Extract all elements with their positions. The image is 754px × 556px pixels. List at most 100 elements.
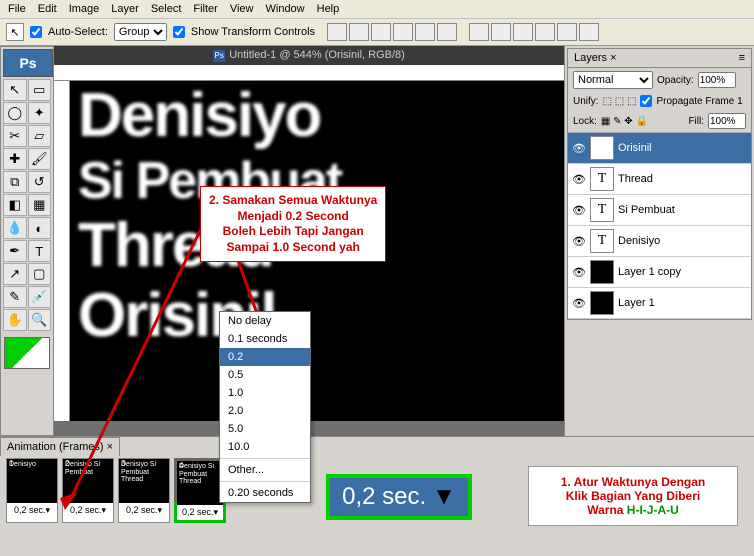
visibility-icon[interactable]: 👁: [572, 204, 586, 217]
visibility-icon[interactable]: 👁: [572, 297, 586, 310]
tool-eraser[interactable]: ◧: [3, 194, 27, 216]
delay-opt[interactable]: 0.5: [220, 366, 310, 384]
lock-icons[interactable]: ▦ ✎ ✥ 🔒: [601, 116, 648, 127]
panel-menu-icon[interactable]: ≡: [739, 52, 745, 64]
autoselect-dropdown[interactable]: Group: [114, 23, 167, 41]
visibility-icon[interactable]: 👁: [572, 173, 586, 186]
layer-name: Thread: [618, 173, 653, 185]
tool-type[interactable]: T: [28, 240, 52, 262]
tool-gradient[interactable]: ▦: [28, 194, 52, 216]
tool-zoom[interactable]: 🔍: [28, 309, 52, 331]
tool-hand[interactable]: ✋: [3, 309, 27, 331]
align-2[interactable]: [349, 23, 369, 41]
layer-name: Orisinil: [618, 142, 652, 154]
autoselect-checkbox[interactable]: [30, 26, 42, 38]
tool-eyedrop[interactable]: 💉: [28, 286, 52, 308]
unify-label: Unify:: [573, 96, 599, 107]
frame-delay[interactable]: 0,2 sec.▾: [7, 503, 57, 518]
layer-thumb: T: [590, 136, 614, 160]
layers-panel: Layers ×≡ Normal Opacity: Unify: ⬚ ⬚ ⬚ P…: [567, 48, 752, 320]
tool-crop[interactable]: ✂: [3, 125, 27, 147]
tool-lasso[interactable]: ◯: [3, 102, 27, 124]
delay-opt-other[interactable]: Other...: [220, 461, 310, 479]
dist-3[interactable]: [513, 23, 533, 41]
options-bar: ↖ Auto-Select: Group Show Transform Cont…: [0, 19, 754, 46]
delay-opt-selected[interactable]: 0.2: [220, 348, 310, 366]
menu-file[interactable]: File: [8, 3, 26, 15]
layers-list: 👁 T Orisinil 👁 T Thread 👁TSi Pembuat 👁TDenis…: [568, 133, 751, 319]
visibility-icon[interactable]: 👁: [572, 142, 586, 155]
menu-view[interactable]: View: [230, 3, 254, 15]
move-tool-icon[interactable]: ↖: [6, 23, 24, 41]
tool-dodge[interactable]: ◐: [28, 217, 52, 239]
tool-notes[interactable]: ✎: [3, 286, 27, 308]
layer-row[interactable]: 👁 T Thread: [568, 164, 751, 195]
dist-1[interactable]: [469, 23, 489, 41]
tool-history[interactable]: ↺: [28, 171, 52, 193]
menu-layer[interactable]: Layer: [111, 3, 139, 15]
align-4[interactable]: [393, 23, 413, 41]
tool-wand[interactable]: ✦: [28, 102, 52, 124]
delay-opt[interactable]: 2.0: [220, 402, 310, 420]
menu-bar: File Edit Image Layer Select Filter View…: [0, 0, 754, 19]
propagate-checkbox[interactable]: [640, 95, 652, 107]
ps-doc-icon: Ps: [213, 50, 225, 62]
menu-help[interactable]: Help: [317, 3, 340, 15]
dist-2[interactable]: [491, 23, 511, 41]
callout-1: 1. Atur Waktunya Dengan Klik Bagian Yang…: [528, 466, 738, 526]
layer-row[interactable]: 👁Layer 1: [568, 288, 751, 319]
layers-tab[interactable]: Layers ×: [574, 52, 617, 64]
delay-opt[interactable]: 0.1 seconds: [220, 330, 310, 348]
tool-heal[interactable]: ✚: [3, 148, 27, 170]
align-1[interactable]: [327, 23, 347, 41]
tool-marquee[interactable]: ▭: [28, 79, 52, 101]
blend-mode-dropdown[interactable]: Normal: [573, 71, 653, 89]
tool-blur[interactable]: 💧: [3, 217, 27, 239]
distribute-buttons: [469, 23, 599, 41]
delay-opt-current[interactable]: 0.20 seconds: [220, 484, 310, 502]
callout-2: 2. Samakan Semua WaktunyaMenjadi 0.2 Sec…: [200, 186, 386, 262]
autoselect-label: Auto-Select:: [48, 26, 108, 38]
delay-opt[interactable]: No delay: [220, 312, 310, 330]
tool-brush[interactable]: 🖌: [28, 148, 52, 170]
layer-row[interactable]: 👁Layer 1 copy: [568, 257, 751, 288]
tool-shape[interactable]: ▢: [28, 263, 52, 285]
tool-slice[interactable]: ▱: [28, 125, 52, 147]
ruler-horizontal[interactable]: [54, 65, 564, 81]
menu-image[interactable]: Image: [69, 3, 100, 15]
tool-stamp[interactable]: ⧉: [3, 171, 27, 193]
ps-logo-icon: Ps: [3, 49, 53, 77]
align-3[interactable]: [371, 23, 391, 41]
zoom-delay-badge: 0,2 sec.▼: [326, 474, 472, 520]
fill-input[interactable]: [708, 113, 746, 129]
delay-opt[interactable]: 5.0: [220, 420, 310, 438]
color-swatch[interactable]: [4, 337, 50, 369]
menu-filter[interactable]: Filter: [193, 3, 217, 15]
align-5[interactable]: [415, 23, 435, 41]
layer-row[interactable]: 👁TSi Pembuat: [568, 195, 751, 226]
opacity-input[interactable]: [698, 72, 736, 88]
dist-5[interactable]: [557, 23, 577, 41]
layer-row[interactable]: 👁 T Orisinil: [568, 133, 751, 164]
tool-pen[interactable]: ✒: [3, 240, 27, 262]
anim-frame[interactable]: 1Denisiyo0,2 sec.▾: [6, 458, 58, 523]
canvas-text-1: Denisiyo: [70, 81, 564, 151]
menu-select[interactable]: Select: [151, 3, 182, 15]
tool-path[interactable]: ↗: [3, 263, 27, 285]
tool-move[interactable]: ↖: [3, 79, 27, 101]
menu-window[interactable]: Window: [266, 3, 305, 15]
transform-checkbox[interactable]: [173, 26, 185, 38]
delay-opt[interactable]: 10.0: [220, 438, 310, 456]
align-6[interactable]: [437, 23, 457, 41]
layer-thumb: T: [590, 167, 614, 191]
layer-row[interactable]: 👁TDenisiyo: [568, 226, 751, 257]
opacity-label: Opacity:: [657, 75, 694, 86]
menu-edit[interactable]: Edit: [38, 3, 57, 15]
visibility-icon[interactable]: 👁: [572, 266, 586, 279]
unify-icons[interactable]: ⬚ ⬚ ⬚: [603, 96, 637, 107]
frame-delay-menu: No delay 0.1 seconds 0.2 0.5 1.0 2.0 5.0…: [219, 311, 311, 503]
dist-4[interactable]: [535, 23, 555, 41]
visibility-icon[interactable]: 👁: [572, 235, 586, 248]
dist-6[interactable]: [579, 23, 599, 41]
delay-opt[interactable]: 1.0: [220, 384, 310, 402]
